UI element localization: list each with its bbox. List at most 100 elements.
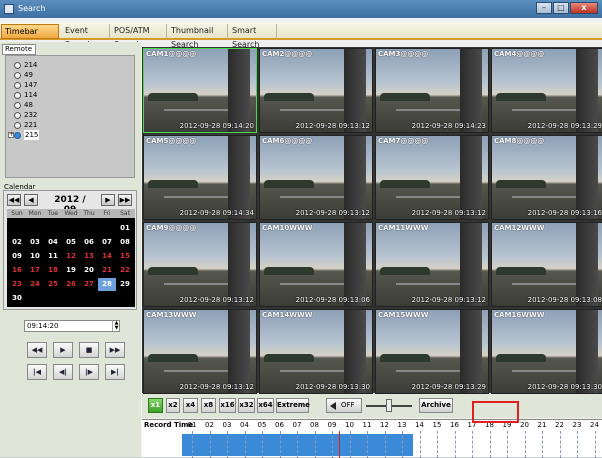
volume-slider[interactable] [366,399,412,412]
camera-tile[interactable]: CAM12WWW 2012-09-28 09:13:08 [491,222,602,307]
calendar-day[interactable]: 09 [8,250,26,263]
volume-knob[interactable] [386,399,392,412]
calendar-day[interactable]: 03 [26,236,44,249]
device-item[interactable]: 232 [14,110,37,120]
title-bar[interactable]: Search – □ x [0,0,602,18]
calendar-day[interactable]: 26 [62,278,80,291]
calendar-day[interactable]: 16 [8,264,26,277]
tree-expander[interactable]: + [8,132,14,138]
camera-tile[interactable]: CAM5@@@@ 2012-09-28 09:14:34 [143,135,257,220]
highlight-box [472,401,519,423]
calendar-day[interactable]: 20 [80,264,98,277]
camera-tile[interactable]: CAM2@@@@ 2012-09-28 09:13:12 [259,48,373,133]
calendar-day[interactable]: 01 [116,222,134,235]
fast-forward-button[interactable]: ▶▶ [105,342,125,358]
calendar-day[interactable]: 28 [98,278,116,291]
camera-tile[interactable]: CAM9@@@@ 2012-09-28 09:13:12 [143,222,257,307]
scene-roof [280,283,344,285]
time-input[interactable]: 09:14:20 [24,320,120,332]
calendar-day[interactable]: 25 [44,278,62,291]
calendar-day[interactable]: 14 [98,250,116,263]
calendar-day[interactable]: 04 [44,236,62,249]
remote-tab[interactable]: Remote [2,44,36,55]
device-item[interactable]: 221 [14,120,37,130]
device-item[interactable]: 214 [14,60,37,70]
device-item[interactable]: 114 [14,90,37,100]
calendar-day[interactable]: 29 [116,278,134,291]
step-back-button[interactable]: ◀| [53,364,73,380]
camera-tile[interactable]: CAM4@@@@ 2012-09-28 09:13:29 [491,48,602,133]
tab-smart-search[interactable]: Smart Search [229,24,277,49]
calendar-day[interactable]: 18 [44,264,62,277]
calendar-day[interactable]: 02 [8,236,26,249]
calendar-day[interactable]: 10 [26,250,44,263]
next-month-button[interactable]: ▶ [101,194,115,206]
maximize-button[interactable]: □ [553,2,569,14]
calendar-day[interactable]: 12 [62,250,80,263]
speed-x8-button[interactable]: x8 [201,398,216,413]
calendar-day[interactable]: 24 [26,278,44,291]
calendar-day[interactable]: 07 [98,236,116,249]
tab-pos-atm-search[interactable]: POS/ATM Search [111,24,167,49]
go-start-button[interactable]: |◀ [27,364,47,380]
camera-tile[interactable]: CAM16WWW 2012-09-28 09:13:30 [491,309,602,394]
next-year-button[interactable]: ▶▶ [118,194,132,206]
tab-event-search[interactable]: Event Search [62,24,110,49]
camera-tile[interactable]: CAM11WWW 2012-09-28 09:13:12 [375,222,489,307]
tab-thumbnail-search[interactable]: Thumbnail Search [168,24,228,49]
speed-x16-button[interactable]: x16 [219,398,236,413]
calendar-day[interactable]: 23 [8,278,26,291]
speed-extreme-button[interactable]: Extreme [276,398,310,413]
speed-x32-button[interactable]: x32 [238,398,255,413]
device-item[interactable]: 48 [14,100,33,110]
speed-x1-button[interactable]: x1 [148,398,163,413]
calendar-day[interactable]: 21 [98,264,116,277]
stop-button[interactable]: ■ [79,342,99,358]
camera-tile[interactable]: CAM7@@@@ 2012-09-28 09:13:12 [375,135,489,220]
camera-tile[interactable]: CAM15WWW 2012-09-28 09:13:29 [375,309,489,394]
calendar-day[interactable]: 11 [44,250,62,263]
hour-gridline [402,431,403,458]
calendar-day[interactable]: 08 [116,236,134,249]
audio-state: OFF [341,401,355,409]
camera-tile[interactable]: CAM14WWW 2012-09-28 09:13:30 [259,309,373,394]
device-item[interactable]: 147 [14,80,37,90]
close-button[interactable]: x [570,2,598,14]
calendar-day[interactable]: 19 [62,264,80,277]
camera-tile[interactable]: CAM10WWW 2012-09-28 09:13:06 [259,222,373,307]
speed-x4-button[interactable]: x4 [183,398,198,413]
camera-tile[interactable]: CAM1@@@@ 2012-09-28 09:14:20 [143,48,257,133]
prev-year-button[interactable]: ◀◀ [7,194,21,206]
scene-pillar [344,49,366,132]
calendar-day[interactable]: 15 [116,250,134,263]
tab-timebar-search[interactable]: Timebar Search [1,24,59,50]
calendar-day[interactable]: 13 [80,250,98,263]
camera-tile[interactable]: CAM8@@@@ 2012-09-28 09:13:16 [491,135,602,220]
speed-x64-button[interactable]: x64 [257,398,274,413]
device-item-selected[interactable]: 215 [14,130,40,140]
device-tree[interactable]: 214 49 147 114 48 232 221 215 + [5,55,135,178]
step-forward-button[interactable]: |▶ [79,364,99,380]
fast-rewind-button[interactable]: ◀◀ [27,342,47,358]
go-end-button[interactable]: ▶| [105,364,125,380]
audio-toggle[interactable]: OFF [326,398,362,413]
minimize-button[interactable]: – [536,2,552,14]
camera-tile[interactable]: CAM3@@@@ 2012-09-28 09:14:23 [375,48,489,133]
calendar-day[interactable]: 27 [80,278,98,291]
prev-month-button[interactable]: ◀ [24,194,38,206]
calendar-day[interactable]: 17 [26,264,44,277]
calendar-day[interactable]: 05 [62,236,80,249]
timeline-cursor[interactable] [339,431,340,458]
record-timeline[interactable]: Record Time 01 02 03 04 05 06 07 08 09 10 11 12 13 14… [142,419,602,458]
camera-tile[interactable]: CAM13WWW 2012-09-28 09:13:12 [143,309,257,394]
device-item[interactable]: 49 [14,70,33,80]
calendar-day[interactable]: 22 [116,264,134,277]
time-spinner[interactable]: ▲ ▼ [112,321,120,331]
device-icon [14,101,21,109]
speed-x2-button[interactable]: x2 [166,398,180,413]
camera-tile[interactable]: CAM6@@@@ 2012-09-28 09:13:12 [259,135,373,220]
play-button[interactable]: ▶ [53,342,73,358]
calendar-day[interactable]: 06 [80,236,98,249]
calendar-day[interactable]: 30 [8,292,26,305]
archive-button[interactable]: Archive [419,398,453,413]
